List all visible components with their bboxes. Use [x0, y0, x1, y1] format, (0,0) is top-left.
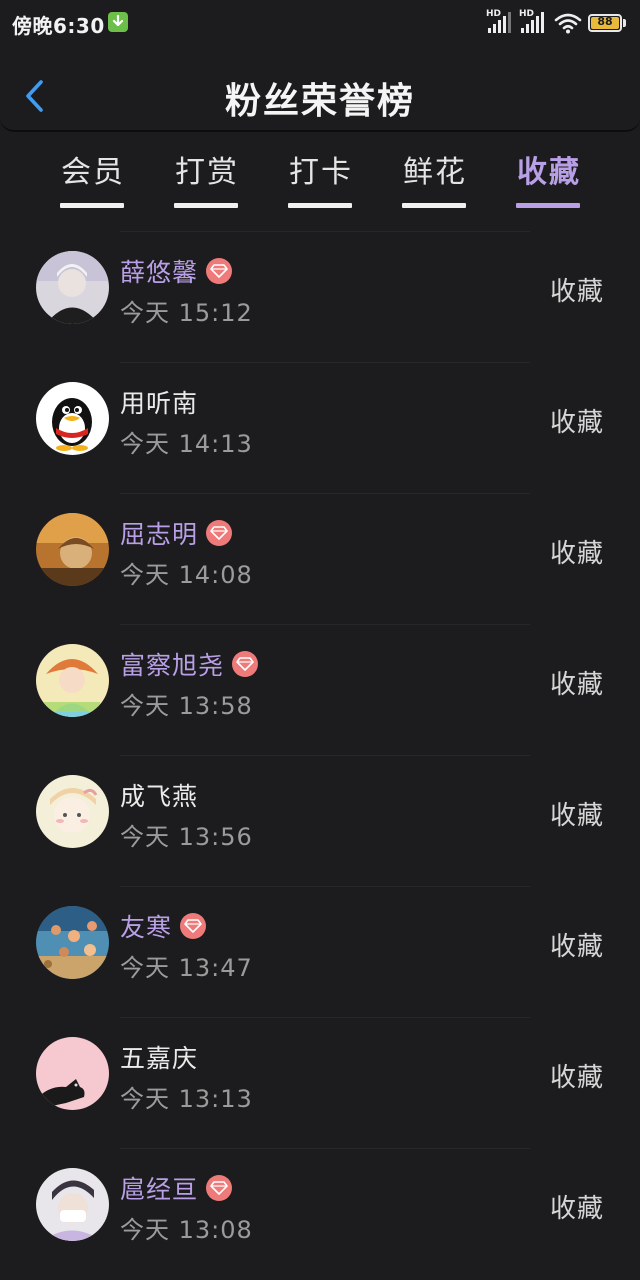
user-name: 屈志明	[120, 515, 233, 551]
list-item[interactable]: 屈志明 今天 14:08 收藏	[0, 493, 640, 624]
divider	[120, 1148, 530, 1149]
action-label: 收藏	[549, 1194, 604, 1224]
list-item[interactable]: 友寒 今天 13:47 收藏	[0, 886, 640, 1017]
avatar[interactable]	[36, 775, 109, 848]
tab-underline	[516, 203, 580, 208]
diamond-icon	[232, 651, 259, 677]
tab-bar: 会员 打赏 打卡 鲜花 收藏	[0, 150, 640, 214]
divider	[120, 1017, 530, 1018]
user-name: 富察旭尧	[120, 646, 259, 682]
tab-underline	[174, 203, 238, 208]
tab-favorites[interactable]: 收藏	[516, 150, 582, 210]
avatar[interactable]	[36, 1037, 109, 1110]
tab-underline	[288, 203, 352, 208]
tab-flowers[interactable]: 鲜花	[402, 150, 468, 210]
tab-label: 打卡	[289, 155, 353, 190]
avatar[interactable]	[36, 644, 109, 717]
action-label: 收藏	[549, 539, 604, 569]
tab-label: 会员	[61, 155, 125, 190]
favorite-time: 今天 14:08	[120, 561, 253, 589]
divider	[120, 493, 530, 494]
tab-label: 收藏	[517, 155, 581, 190]
tab-underline	[60, 203, 124, 208]
tab-tips[interactable]: 打赏	[174, 150, 240, 210]
avatar[interactable]	[36, 382, 109, 455]
battery-icon: 88	[588, 14, 628, 32]
divider	[120, 231, 530, 232]
divider	[120, 624, 530, 625]
action-label: 收藏	[549, 408, 604, 438]
diamond-icon	[206, 258, 233, 284]
tab-members[interactable]: 会员	[60, 150, 126, 210]
divider	[120, 755, 530, 756]
user-name: 用听南	[120, 389, 199, 418]
fan-list: 薛悠馨 今天 15:12 收藏 用听南 今天 14:13 收藏 屈志明 今天 1…	[0, 231, 640, 1279]
avatar[interactable]	[36, 906, 109, 979]
avatar[interactable]	[36, 1168, 109, 1241]
list-item[interactable]: 用听南 今天 14:13 收藏	[0, 362, 640, 493]
diamond-icon	[206, 1175, 233, 1201]
list-item[interactable]: 五嘉庆 今天 13:13 收藏	[0, 1017, 640, 1148]
favorite-time: 今天 13:47	[120, 954, 253, 982]
user-name: 扈经亘	[120, 1170, 233, 1206]
action-label: 收藏	[549, 1063, 604, 1093]
tab-label: 打赏	[175, 155, 239, 190]
signal-icon: HD	[486, 9, 512, 34]
user-name: 友寒	[120, 908, 207, 944]
user-name: 薛悠馨	[120, 253, 233, 289]
tab-underline	[402, 203, 466, 208]
page-title: 粉丝荣誉榜	[224, 81, 415, 122]
tab-label: 鲜花	[403, 155, 467, 190]
favorite-time: 今天 15:12	[120, 299, 253, 327]
battery-level: 88	[597, 15, 613, 28]
favorite-time: 今天 13:58	[120, 692, 253, 720]
action-label: 收藏	[549, 670, 604, 700]
signal-icon: HD	[519, 9, 545, 34]
action-label: 收藏	[549, 801, 604, 831]
list-item[interactable]: 富察旭尧 今天 13:58 收藏	[0, 624, 640, 755]
favorite-time: 今天 14:13	[120, 430, 253, 458]
favorite-time: 今天 13:13	[120, 1085, 253, 1113]
wifi-icon	[554, 12, 582, 34]
list-item[interactable]: 成飞燕 今天 13:56 收藏	[0, 755, 640, 886]
tab-checkin[interactable]: 打卡	[288, 150, 354, 210]
download-icon	[108, 12, 128, 32]
favorite-time: 今天 13:56	[120, 823, 253, 851]
header: 粉丝荣誉榜	[0, 48, 640, 132]
status-bar: 傍晚6:30 HD HD 88	[0, 0, 640, 48]
diamond-icon	[180, 913, 207, 939]
user-name: 成飞燕	[120, 782, 199, 811]
action-label: 收藏	[549, 932, 604, 962]
status-time: 傍晚6:30	[12, 14, 105, 38]
list-item[interactable]: 扈经亘 今天 13:08 收藏	[0, 1148, 640, 1279]
diamond-icon	[206, 520, 233, 546]
list-item[interactable]: 薛悠馨 今天 15:12 收藏	[0, 231, 640, 362]
avatar[interactable]	[36, 513, 109, 586]
avatar[interactable]	[36, 251, 109, 324]
action-label: 收藏	[549, 277, 604, 307]
favorite-time: 今天 13:08	[120, 1216, 253, 1244]
divider	[120, 886, 530, 887]
divider	[120, 362, 530, 363]
user-name: 五嘉庆	[120, 1044, 199, 1073]
